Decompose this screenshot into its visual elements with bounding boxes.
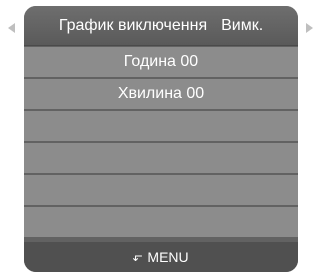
chevron-right-icon[interactable] [306,23,313,33]
menu-footer-button[interactable]: ↰ MENU [24,242,298,272]
menu-item-hour[interactable]: Година 00 [24,47,298,77]
menu-item-empty [24,111,298,141]
menu-panel: График виключення Вимк. Година 00 Хвилина… [24,6,298,272]
menu-title-bar[interactable]: График виключення Вимк. [24,6,298,46]
menu-item-minute[interactable]: Хвилина 00 [24,79,298,109]
menu-item-empty [24,143,298,173]
return-arrow-icon: ↰ [131,252,146,264]
menu-item-empty [24,175,298,205]
menu-rows: Година 00 Хвилина 00 [24,47,298,239]
menu-footer-label: MENU [147,249,189,265]
menu-value: Вимк. [221,17,264,34]
menu-item-empty [24,207,298,237]
chevron-left-icon[interactable] [8,23,15,33]
menu-title: График виключення [58,17,208,34]
osd-screen: График виключення Вимк. Година 00 Хвилина… [0,0,322,274]
